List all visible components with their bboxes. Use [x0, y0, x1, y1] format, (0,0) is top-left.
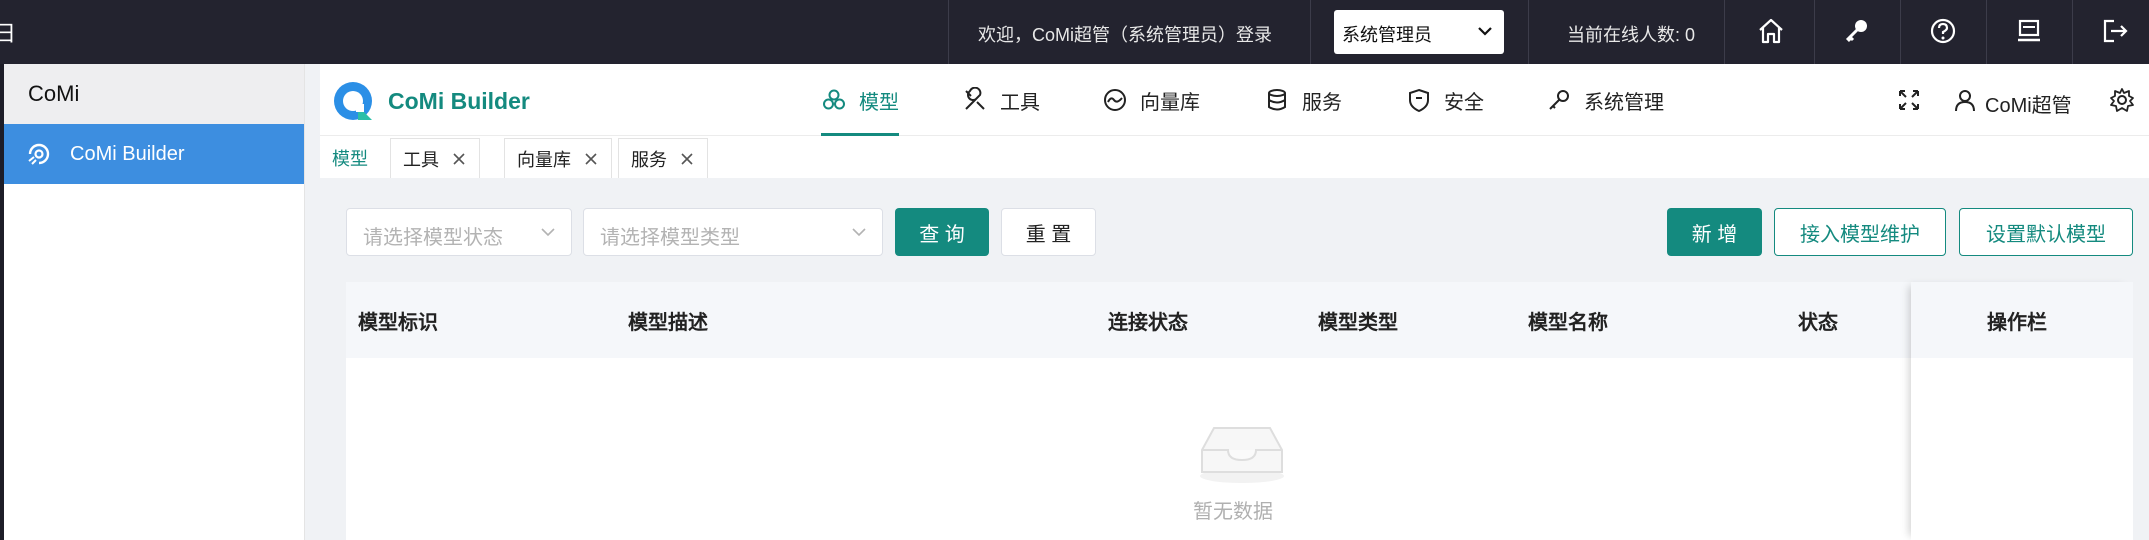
nav-item-label: 服务 — [1302, 91, 1342, 114]
tools-icon — [965, 87, 985, 110]
user-icon — [1955, 90, 1975, 112]
tab-label: 向量库 — [517, 149, 571, 170]
clipped-app-char: 日 — [0, 21, 17, 46]
divider — [1900, 0, 1901, 64]
page-tabs: 模型 工具 向量库 服务 — [320, 136, 2149, 178]
database-icon — [1268, 89, 1286, 111]
tab-label: 服务 — [631, 149, 667, 170]
chevron-down-icon — [852, 228, 866, 237]
chevron-down-icon — [541, 228, 555, 237]
nav-item-system-management[interactable]: 系统管理 — [1546, 64, 1664, 136]
sidebar-title: CoMi — [4, 64, 304, 124]
sidebar: CoMi CoMi Builder — [4, 64, 305, 540]
column-header-model-type: 模型类型 — [1318, 312, 1398, 334]
monitor-icon[interactable] — [2014, 16, 2044, 46]
key-icon[interactable] — [1842, 16, 1872, 46]
model-icon — [823, 89, 845, 110]
role-select-value: 系统管理员 — [1342, 25, 1432, 45]
model-status-select[interactable]: 请选择模型状态 — [346, 208, 572, 256]
close-icon[interactable] — [583, 151, 599, 167]
tab-vector-store[interactable]: 向量库 — [504, 138, 612, 178]
reset-button[interactable]: 重 置 — [1001, 208, 1096, 256]
divider — [2072, 0, 2073, 64]
nav-item-label: 向量库 — [1140, 91, 1200, 114]
fixed-column-header: 操作栏 — [1911, 282, 2133, 358]
model-type-select[interactable]: 请选择模型类型 — [583, 208, 883, 256]
vector-icon — [1104, 89, 1126, 111]
chevron-down-icon — [1478, 27, 1492, 36]
model-type-placeholder: 请选择模型类型 — [600, 227, 740, 249]
column-header-model-description: 模型描述 — [628, 312, 708, 334]
wrench-icon — [1549, 90, 1569, 110]
welcome-text: 欢迎，CoMi超管（系统管理员）登录 — [978, 25, 1273, 45]
divider — [1310, 0, 1311, 64]
divider — [1986, 0, 1987, 64]
nav-item-label: 安全 — [1444, 91, 1484, 114]
fullscreen-icon[interactable] — [1896, 87, 1922, 113]
nav-item-label: 工具 — [1000, 91, 1040, 114]
column-header-connection-status: 连接状态 — [1108, 312, 1188, 334]
column-header-status: 状态 — [1798, 312, 1838, 334]
brand-name: CoMi Builder — [388, 88, 530, 114]
role-select[interactable]: 系统管理员 — [1334, 10, 1504, 54]
nav-item-label: 模型 — [859, 91, 899, 114]
builder-icon — [28, 143, 50, 165]
tab-tools[interactable]: 工具 — [390, 138, 480, 178]
sidebar-item-label: CoMi Builder — [70, 142, 185, 165]
sidebar-item-comi-builder[interactable]: CoMi Builder — [4, 124, 304, 184]
app-header: CoMi Builder 模型 工具 向量库 服务 安全 系统管理 CoMi超管 — [320, 64, 2149, 136]
nav-item-security[interactable]: 安全 — [1406, 64, 1484, 136]
nav-item-services[interactable]: 服务 — [1264, 64, 1342, 136]
divider — [1724, 0, 1725, 64]
nav-item-label: 系统管理 — [1584, 91, 1664, 114]
set-default-model-button[interactable]: 设置默认模型 — [1959, 208, 2133, 256]
column-header-model-name: 模型名称 — [1528, 312, 1608, 334]
column-header-model-id: 模型标识 — [358, 312, 438, 334]
tab-services[interactable]: 服务 — [618, 138, 708, 178]
tab-label: 工具 — [403, 149, 439, 170]
home-icon[interactable] — [1756, 16, 1786, 46]
online-users-count: 当前在线人数: 0 — [1567, 25, 1696, 45]
close-icon[interactable] — [679, 151, 695, 167]
add-button[interactable]: 新 增 — [1667, 208, 1762, 256]
column-header-actions: 操作栏 — [1987, 312, 2047, 334]
logout-icon[interactable] — [2100, 16, 2130, 46]
nav-item-model[interactable]: 模型 — [821, 64, 899, 136]
help-icon[interactable] — [1928, 16, 1958, 46]
fixed-action-column: 操作栏 — [1911, 282, 2133, 540]
nav-item-tools[interactable]: 工具 — [962, 64, 1040, 136]
tab-label: 模型 — [332, 149, 368, 169]
divider — [948, 0, 949, 64]
shield-icon — [1409, 88, 1429, 113]
divider — [1528, 0, 1529, 64]
divider — [1814, 0, 1815, 64]
tab-model[interactable]: 模型 — [320, 138, 380, 178]
model-table: 模型标识 模型描述 连接状态 模型类型 模型名称 状态 操作栏 暂无数据 — [346, 282, 2133, 540]
gear-icon[interactable] — [2109, 87, 2135, 113]
query-button[interactable]: 查 询 — [895, 208, 989, 256]
top-bar: 日 欢迎，CoMi超管（系统管理员）登录 系统管理员 当前在线人数: 0 — [0, 0, 2149, 64]
model-maintenance-button[interactable]: 接入模型维护 — [1774, 208, 1946, 256]
close-icon[interactable] — [451, 151, 467, 167]
user-menu[interactable]: CoMi超管 — [1985, 89, 2072, 118]
comi-logo — [334, 82, 372, 120]
nav-item-vector-store[interactable]: 向量库 — [1102, 64, 1200, 136]
table-header: 模型标识 模型描述 连接状态 模型类型 模型名称 状态 — [346, 282, 2133, 358]
empty-inbox-icon — [1200, 427, 1284, 483]
model-status-placeholder: 请选择模型状态 — [363, 227, 503, 249]
empty-state-text: 暂无数据 — [1193, 501, 1273, 523]
